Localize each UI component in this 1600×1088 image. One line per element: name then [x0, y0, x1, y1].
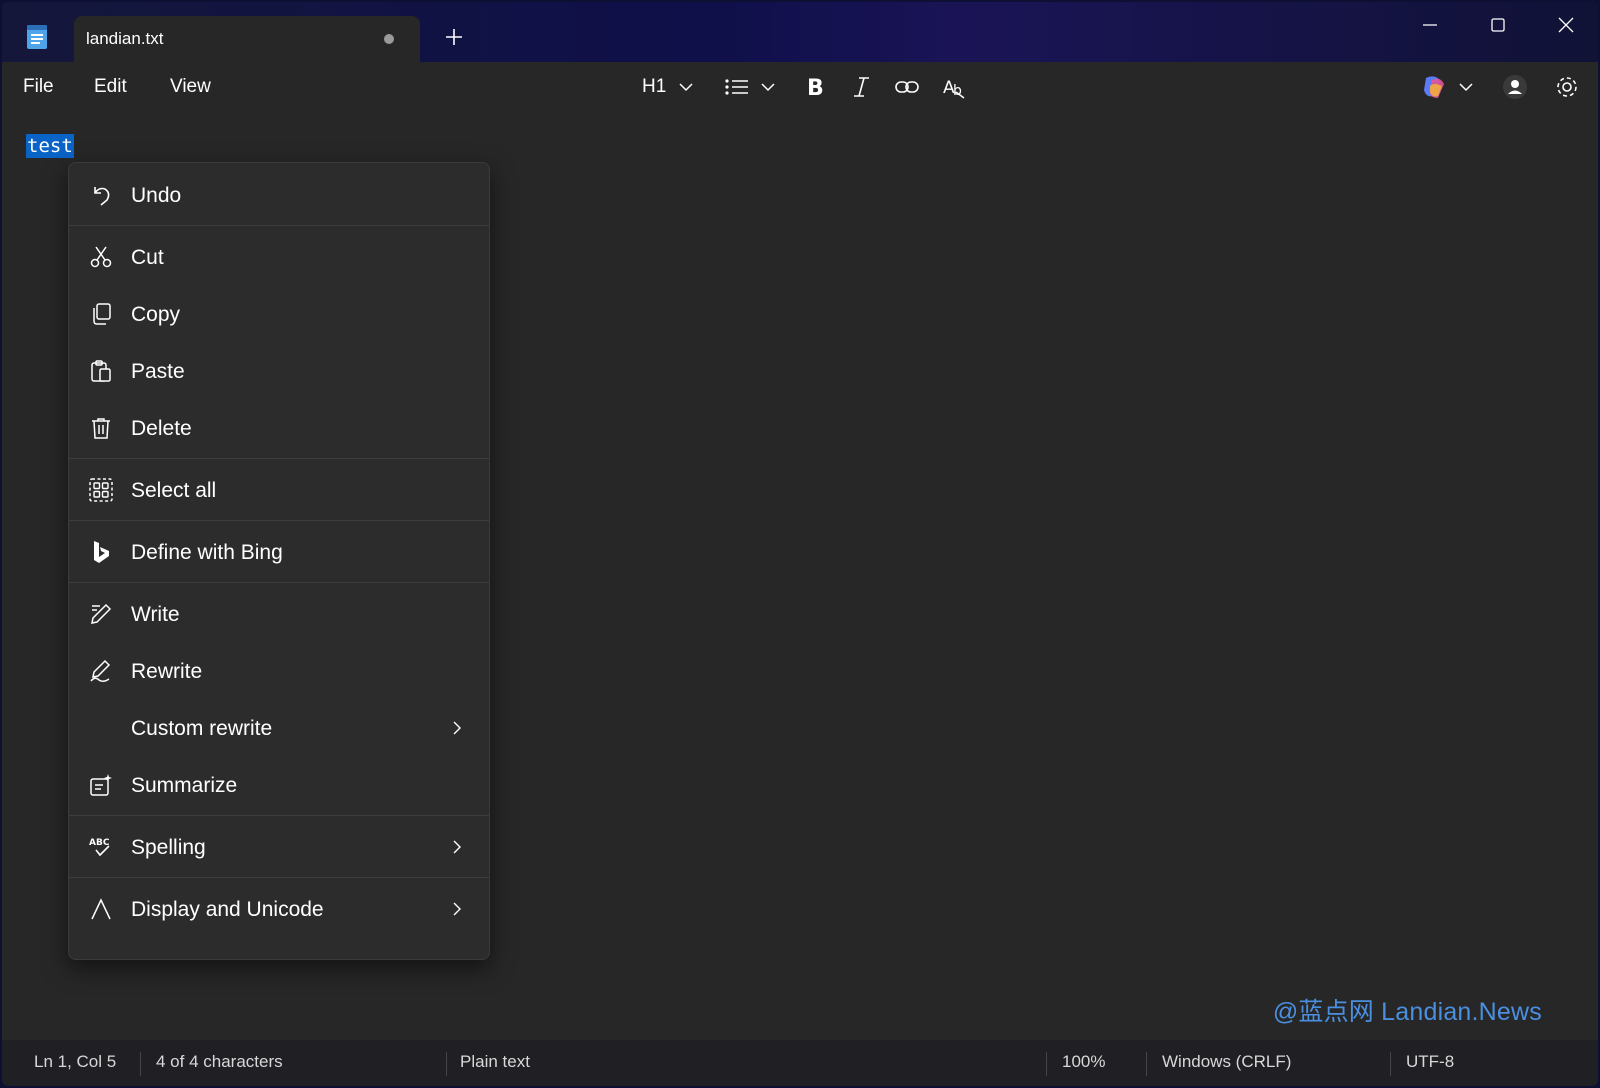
- menu-item-select-all[interactable]: Select all: [69, 462, 489, 518]
- menu-item-display-unicode[interactable]: Display and Unicode: [69, 881, 489, 937]
- bulleted-list-icon: [725, 79, 748, 95]
- separator: [69, 582, 489, 583]
- menu-label: Select all: [131, 479, 217, 502]
- chevron-down-icon: [761, 83, 775, 92]
- selected-text[interactable]: test: [26, 134, 74, 158]
- menu-view[interactable]: View: [170, 76, 211, 98]
- unicode-caret-icon: [91, 898, 111, 920]
- new-tab-plus-icon[interactable]: [443, 26, 465, 48]
- status-zoom[interactable]: 100%: [1062, 1052, 1105, 1072]
- italic-icon[interactable]: [850, 72, 872, 102]
- settings-gear-icon[interactable]: [1554, 72, 1580, 102]
- separator: [69, 815, 489, 816]
- chevron-down-icon[interactable]: [1456, 72, 1476, 102]
- rewrite-pen-icon: [90, 659, 111, 683]
- status-divider: [446, 1052, 447, 1076]
- menu-item-write[interactable]: Write: [69, 586, 489, 642]
- menu-label: Spelling: [131, 836, 206, 859]
- chevron-right-icon: [453, 840, 461, 854]
- chevron-down-icon: [679, 83, 693, 92]
- title-bar: landian.txt: [2, 2, 1598, 62]
- menu-label: Delete: [131, 417, 192, 440]
- bing-icon: [94, 541, 109, 563]
- list-dropdown[interactable]: [724, 72, 778, 102]
- spelling-abc-check-icon: ABC: [89, 838, 110, 857]
- menu-item-undo[interactable]: Undo: [69, 167, 489, 223]
- menu-item-paste[interactable]: Paste: [69, 343, 489, 399]
- write-pen-icon: [91, 603, 112, 624]
- menu-item-delete[interactable]: Delete: [69, 400, 489, 456]
- status-character-count[interactable]: 4 of 4 characters: [156, 1052, 283, 1072]
- copilot-icon[interactable]: [1420, 72, 1448, 102]
- undo-icon: [94, 187, 110, 206]
- menu-item-spelling[interactable]: ABC Spelling: [69, 819, 489, 875]
- notepad-app-icon: [27, 25, 47, 49]
- svg-text:ABC: ABC: [89, 838, 110, 848]
- paste-clipboard-icon: [91, 360, 111, 382]
- separator: [69, 225, 489, 226]
- menu-label: Summarize: [131, 774, 238, 797]
- select-all-icon: [89, 478, 113, 502]
- menu-item-rewrite[interactable]: Rewrite: [69, 643, 489, 699]
- status-position[interactable]: Ln 1, Col 5: [34, 1052, 116, 1072]
- watermark: @蓝点网 Landian.News: [1272, 998, 1542, 1026]
- status-divider: [1046, 1052, 1047, 1076]
- close-icon[interactable]: [1546, 10, 1586, 42]
- scissors-icon: [90, 246, 112, 268]
- trash-icon: [92, 418, 110, 439]
- unsaved-dot-icon[interactable]: [384, 34, 394, 44]
- chevron-right-icon: [453, 721, 461, 735]
- menu-label: Undo: [131, 184, 182, 207]
- menu-label: Paste: [131, 360, 185, 383]
- separator: [69, 520, 489, 521]
- svg-text:b: b: [953, 83, 962, 99]
- menu-edit[interactable]: Edit: [94, 76, 127, 98]
- menu-label: Rewrite: [131, 660, 203, 683]
- menu-item-copy[interactable]: Copy: [69, 286, 489, 342]
- clear-formatting-icon[interactable]: A b: [942, 72, 968, 102]
- menu-label: Define with Bing: [131, 541, 283, 564]
- menu-label: Copy: [131, 303, 181, 326]
- summarize-icon: [90, 774, 112, 796]
- maximize-icon[interactable]: [1478, 10, 1518, 42]
- menu-label: Custom rewrite: [131, 717, 273, 740]
- account-icon[interactable]: [1502, 72, 1528, 102]
- heading-dropdown[interactable]: H1: [642, 72, 696, 102]
- status-line-ending[interactable]: Windows (CRLF): [1162, 1052, 1291, 1072]
- status-divider: [140, 1052, 141, 1076]
- notepad-window: landian.txt File Edit View H1 B A b test…: [2, 2, 1598, 1086]
- menu-bar: File Edit View: [2, 62, 1598, 110]
- separator: [69, 877, 489, 878]
- status-divider: [1390, 1052, 1391, 1076]
- status-bar: Ln 1, Col 5 4 of 4 characters Plain text…: [2, 1040, 1598, 1086]
- status-format[interactable]: Plain text: [460, 1052, 530, 1072]
- heading-label: H1: [642, 76, 667, 97]
- menu-item-custom-rewrite[interactable]: Custom rewrite: [69, 700, 489, 756]
- menu-label: Write: [131, 603, 180, 626]
- status-encoding[interactable]: UTF-8: [1406, 1052, 1454, 1072]
- menu-item-cut[interactable]: Cut: [69, 229, 489, 285]
- link-icon[interactable]: [894, 72, 920, 102]
- status-divider: [1146, 1052, 1147, 1076]
- separator: [69, 458, 489, 459]
- copy-icon: [93, 303, 111, 325]
- tab-landian[interactable]: landian.txt: [74, 16, 420, 62]
- menu-label: Cut: [131, 246, 164, 269]
- bold-icon[interactable]: B: [804, 72, 826, 102]
- minimize-icon[interactable]: [1410, 10, 1450, 42]
- menu-item-summarize[interactable]: Summarize: [69, 757, 489, 813]
- chevron-right-icon: [453, 902, 461, 916]
- menu-file[interactable]: File: [23, 76, 54, 98]
- svg-text:B: B: [807, 76, 824, 101]
- tab-title: landian.txt: [86, 29, 164, 48]
- menu-label: Display and Unicode: [131, 898, 324, 921]
- context-menu: Undo Cut Copy Paste Delete Select all De…: [68, 162, 490, 960]
- menu-item-define-bing[interactable]: Define with Bing: [69, 524, 489, 580]
